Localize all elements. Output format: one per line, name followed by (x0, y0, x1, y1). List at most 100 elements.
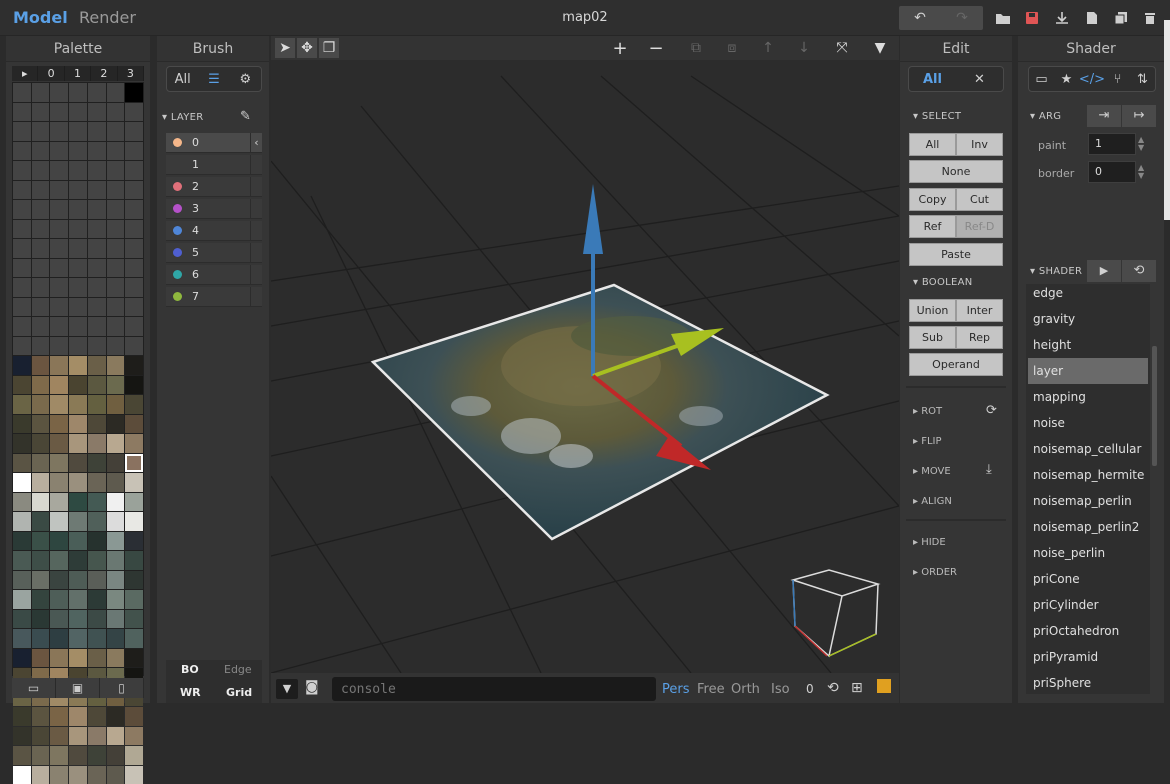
export-icon[interactable] (1048, 6, 1076, 30)
palette-swatch[interactable] (50, 317, 68, 336)
palette-swatch[interactable] (50, 239, 68, 258)
palette-swatch[interactable] (88, 532, 106, 551)
branch-icon[interactable]: ⑂ (1105, 72, 1130, 87)
palette-swatch[interactable] (69, 83, 87, 102)
save-icon[interactable]: ▣ (56, 678, 100, 698)
palette-swatch[interactable] (13, 83, 31, 102)
palette-swatch[interactable] (50, 551, 68, 570)
palette-swatch[interactable] (88, 142, 106, 161)
ref-d-button[interactable]: Ref-D (956, 215, 1003, 238)
palette-swatch[interactable] (107, 298, 125, 317)
palette-swatch[interactable] (88, 200, 106, 219)
palette-swatch[interactable] (13, 161, 31, 180)
palette-swatch[interactable] (13, 649, 31, 668)
palette-swatch[interactable] (13, 551, 31, 570)
palette-swatch[interactable] (32, 395, 50, 414)
palette-swatch[interactable] (50, 395, 68, 414)
palette-swatch[interactable] (50, 493, 68, 512)
palette-swatch[interactable] (125, 551, 143, 570)
palette-swatch[interactable] (32, 473, 50, 492)
layer-section-header[interactable]: ▾ LAYER (162, 112, 204, 123)
move-cross-icon[interactable]: ✥ (297, 38, 317, 58)
console-toggle-icon[interactable]: ▼ (276, 679, 298, 699)
palette-swatch[interactable] (69, 415, 87, 434)
palette-swatch[interactable] (88, 376, 106, 395)
operand-button[interactable]: Operand (909, 353, 1003, 376)
palette-tab-1[interactable]: 1 (65, 66, 91, 81)
palette-swatch[interactable] (32, 551, 50, 570)
palette-swatch[interactable] (69, 746, 87, 765)
palette-swatch[interactable] (107, 356, 125, 375)
shader-item[interactable]: edge (1028, 284, 1148, 306)
palette-swatch[interactable] (50, 376, 68, 395)
palette-swatch[interactable] (88, 337, 106, 356)
palette-swatch[interactable] (50, 415, 68, 434)
palette-swatch[interactable] (107, 161, 125, 180)
palette-swatch[interactable] (69, 766, 87, 784)
palette-swatch[interactable] (88, 610, 106, 629)
palette-swatch[interactable] (69, 727, 87, 746)
palette-swatch[interactable] (13, 707, 31, 726)
folder-open-icon[interactable]: ▭ (12, 678, 56, 698)
palette-swatch[interactable] (88, 317, 106, 336)
palette-swatch[interactable] (50, 727, 68, 746)
palette-swatch[interactable] (88, 512, 106, 531)
palette-swatch[interactable] (69, 278, 87, 297)
palette-swatch[interactable] (50, 707, 68, 726)
palette-swatch[interactable] (88, 83, 106, 102)
palette-swatch[interactable] (50, 610, 68, 629)
palette-swatch[interactable] (13, 415, 31, 434)
palette-swatch[interactable] (107, 746, 125, 765)
palette-swatch[interactable] (13, 122, 31, 141)
palette-swatch[interactable] (107, 551, 125, 570)
bo-toggle[interactable]: BO (181, 663, 199, 676)
view-pers[interactable]: Pers (662, 682, 690, 697)
palette-swatch[interactable] (32, 103, 50, 122)
palette-swatch[interactable] (125, 220, 143, 239)
dropdown-icon[interactable]: ▼ (870, 38, 890, 58)
palette-swatch[interactable] (32, 434, 50, 453)
palette-swatch[interactable] (125, 434, 143, 453)
palette-swatch[interactable] (69, 395, 87, 414)
palette-swatch[interactable] (69, 473, 87, 492)
undo-icon[interactable]: ↶ (906, 6, 934, 30)
inter-button[interactable]: Inter (956, 299, 1003, 322)
palette-swatch[interactable] (50, 571, 68, 590)
palette-swatch[interactable] (125, 473, 143, 492)
view-free[interactable]: Free (697, 682, 725, 697)
shader-item[interactable]: priCylinder (1028, 592, 1148, 618)
palette-swatch[interactable] (107, 707, 125, 726)
grid-layout-icon[interactable]: ⊞ (851, 680, 863, 696)
palette-swatch[interactable] (50, 142, 68, 161)
palette-swatch[interactable] (50, 766, 68, 784)
move-section[interactable]: ▸ MOVE (913, 466, 951, 477)
palette-swatch[interactable] (69, 317, 87, 336)
palette-swatch[interactable] (88, 629, 106, 648)
palette-swatch[interactable] (13, 298, 31, 317)
palette-swatch[interactable] (50, 122, 68, 141)
select-inv-button[interactable]: Inv (956, 133, 1003, 156)
palette-swatch[interactable] (13, 317, 31, 336)
palette-swatch[interactable] (125, 161, 143, 180)
union-button[interactable]: Union (909, 299, 956, 322)
new-file-icon[interactable] (1078, 6, 1106, 30)
palette-swatch[interactable] (107, 278, 125, 297)
layer-row[interactable]: 4 (166, 221, 262, 241)
palette-swatch[interactable] (107, 629, 125, 648)
brush-all-button[interactable]: All (167, 72, 198, 87)
palette-swatch[interactable] (107, 766, 125, 784)
arrow-up-icon[interactable]: ↑ (758, 38, 778, 58)
palette-swatch[interactable] (88, 239, 106, 258)
palette-swatch[interactable] (69, 103, 87, 122)
palette-swatch[interactable] (32, 142, 50, 161)
palette-swatch[interactable] (107, 122, 125, 141)
cube-icon[interactable] (877, 679, 891, 693)
palette-swatch[interactable] (13, 337, 31, 356)
grid-toggle[interactable]: Grid (226, 686, 252, 699)
palette-swatch[interactable] (13, 629, 31, 648)
layer-row[interactable]: 2 (166, 177, 262, 197)
palette-swatch[interactable] (107, 317, 125, 336)
palette-swatch[interactable] (125, 395, 143, 414)
select-section[interactable]: ▾ SELECT (913, 111, 961, 122)
layer-row[interactable]: 3 (166, 199, 262, 219)
